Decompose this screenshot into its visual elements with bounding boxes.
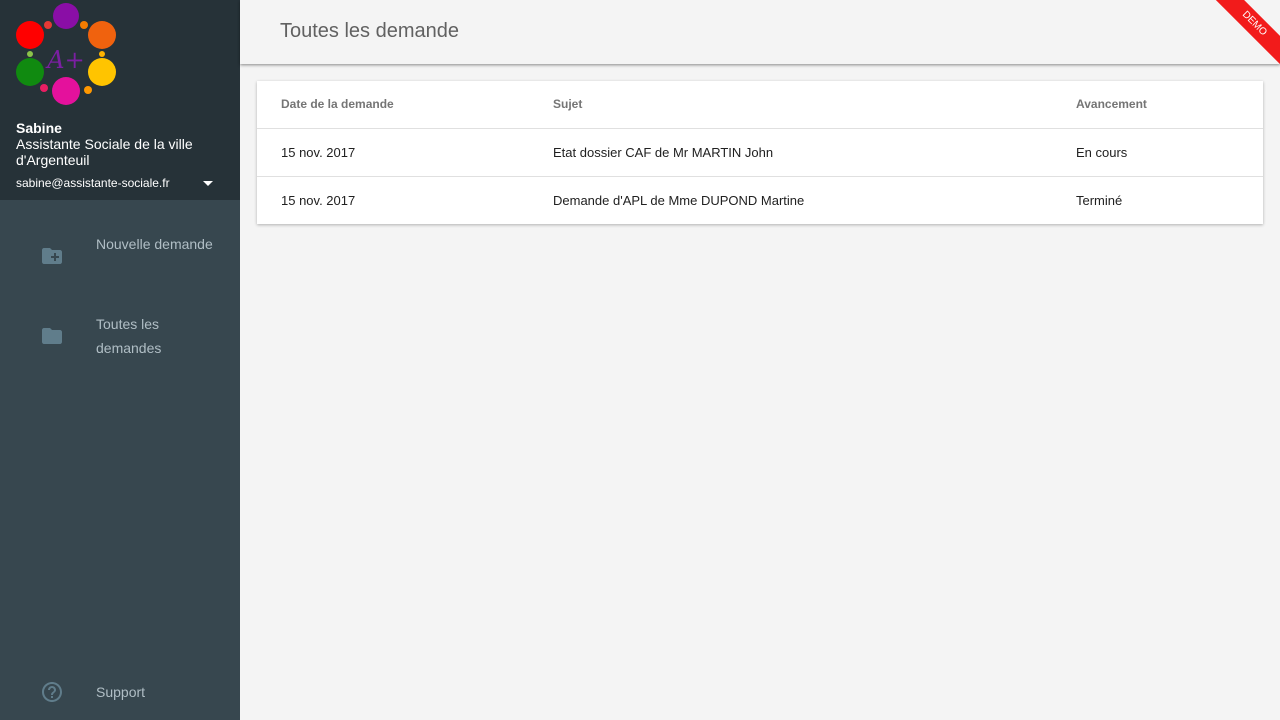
sidebar-item-label: Nouvelle demande (96, 236, 213, 252)
cell-subject: Demande d'APL de Mme DUPOND Martine (553, 193, 805, 208)
cell-subject: Etat dossier CAF de Mr MARTIN John (553, 145, 774, 160)
folder-icon (42, 328, 62, 344)
table-header-row: Date de la demande Sujet Avancement (257, 81, 1263, 129)
demo-ribbon-container: DEMO (1200, 0, 1280, 72)
requests-table: Date de la demande Sujet Avancement 15 n… (257, 81, 1263, 224)
account-dropdown-icon[interactable] (202, 180, 214, 188)
app-logo: A+ (16, 3, 116, 105)
column-header-status[interactable]: Avancement (1076, 81, 1147, 128)
cell-date: 15 nov. 2017 (281, 193, 356, 208)
sidebar-item-all-requests[interactable]: Toutes les demandes (0, 302, 240, 374)
svg-text:A+: A+ (45, 46, 84, 74)
table-row[interactable]: 15 nov. 2017 Etat dossier CAF de Mr MART… (257, 129, 1263, 177)
folder-add-icon (42, 248, 62, 264)
cell-status: Terminé (1076, 193, 1123, 208)
app-header: Toutes les demande DEMO (240, 0, 1280, 72)
demo-ribbon: DEMO (1204, 0, 1280, 72)
sidebar: A+ Sabine Assistante Sociale de la ville… (0, 0, 240, 720)
user-role: Assistante Sociale de la ville d'Argente… (16, 136, 193, 168)
help-circle-icon (42, 682, 62, 702)
page-title: Toutes les demande (280, 20, 460, 42)
table-row[interactable]: 15 nov. 2017 Demande d'APL de Mme DUPOND… (257, 177, 1263, 224)
sidebar-item-new-request[interactable]: Nouvelle demande (0, 222, 240, 294)
user-name: Sabine (16, 120, 62, 136)
column-header-subject[interactable]: Sujet (553, 81, 582, 128)
user-email: sabine@assistante-sociale.fr (16, 176, 170, 190)
cell-status: En cours (1076, 145, 1128, 160)
account-header: A+ Sabine Assistante Sociale de la ville… (0, 0, 240, 200)
sidebar-item-label: Toutes les demandes (96, 316, 162, 356)
column-header-date[interactable]: Date de la demande (281, 81, 394, 128)
sidebar-item-label: Support (96, 684, 146, 700)
sidebar-item-support[interactable]: Support (0, 668, 240, 716)
cell-date: 15 nov. 2017 (281, 145, 356, 160)
